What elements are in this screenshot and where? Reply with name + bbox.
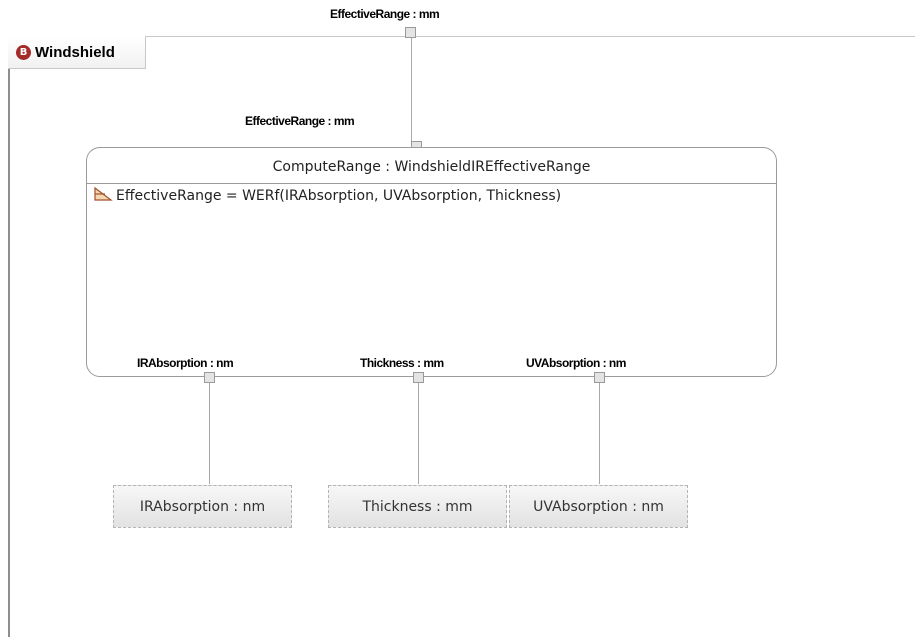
constraint-top-port-label: EffectiveRange : mm: [245, 114, 355, 128]
outer-port[interactable]: [405, 27, 416, 38]
constraint-equation: EffectiveRange = WERf(IRAbsorption, UVAb…: [93, 186, 561, 206]
port-label-uvabsorption: UVAbsorption : nm: [526, 356, 626, 370]
block-tab[interactable]: B Windshield: [8, 36, 146, 69]
connector-line-irabsorption: [209, 383, 210, 484]
equation-text: EffectiveRange = WERf(IRAbsorption, UVAb…: [116, 188, 562, 204]
port-label-thickness: Thickness : mm: [360, 356, 444, 370]
port-uvabsorption[interactable]: [594, 372, 605, 383]
constraint-block[interactable]: ComputeRange : WindshieldIREffectiveRang…: [86, 147, 777, 377]
connector-line-thickness: [418, 383, 419, 484]
block-tab-label: Windshield: [35, 43, 115, 61]
port-thickness[interactable]: [413, 372, 424, 383]
outer-port-label: EffectiveRange : mm: [330, 7, 440, 21]
connector-line-top: [411, 38, 412, 141]
parameter-uvabsorption[interactable]: UVAbsorption : nm: [509, 485, 688, 528]
block-b-icon: B: [16, 44, 31, 60]
port-irabsorption[interactable]: [204, 372, 215, 383]
port-label-irabsorption: IRAbsorption : nm: [137, 356, 234, 370]
connector-line-uvabsorption: [599, 383, 600, 484]
parameter-irabsorption[interactable]: IRAbsorption : nm: [113, 485, 292, 528]
constraint-header: ComputeRange : WindshieldIREffectiveRang…: [87, 148, 776, 184]
constraint-icon: [93, 186, 113, 206]
parameter-thickness[interactable]: Thickness : mm: [328, 485, 507, 528]
